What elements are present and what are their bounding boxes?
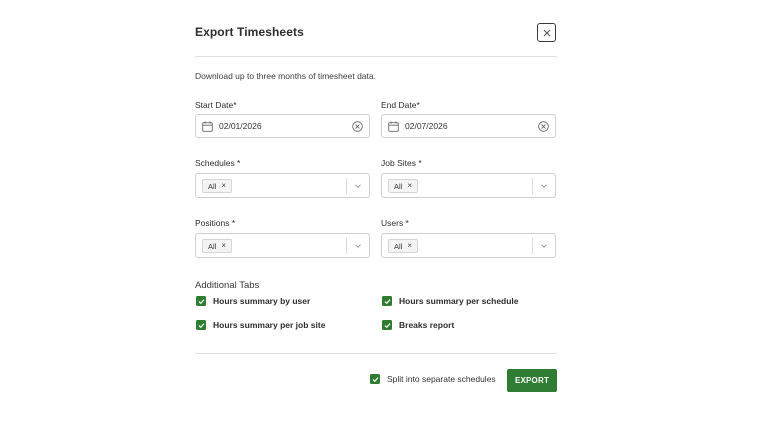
header-divider (195, 56, 557, 57)
checkmark-icon (372, 376, 378, 382)
end-date-input[interactable]: 02/07/2026 (381, 114, 556, 138)
clear-circle-icon[interactable] (352, 120, 363, 132)
schedules-select[interactable]: All × (195, 173, 370, 198)
positions-chip-all: All × (202, 239, 233, 253)
calendar-icon[interactable] (202, 121, 213, 132)
checkbox-label[interactable]: Split into separate schedules (387, 374, 496, 384)
chip-remove-icon[interactable]: × (221, 182, 226, 190)
close-button[interactable] (537, 23, 556, 42)
end-date-value[interactable]: 02/07/2026 (405, 121, 538, 131)
additional-tabs-heading: Additional Tabs (195, 280, 260, 291)
job-sites-chip-all: All × (388, 179, 419, 193)
select-separator (346, 238, 347, 254)
hours-summary-per-job-site-checkbox[interactable]: Hours summary per job site (196, 320, 325, 330)
start-date-value[interactable]: 02/01/2026 (219, 121, 352, 131)
users-select[interactable]: All × (381, 233, 556, 258)
chip-label: All (394, 181, 403, 191)
start-date-label: Start Date* (195, 100, 237, 110)
export-button[interactable]: EXPORT (507, 369, 557, 392)
checkbox-checked[interactable] (382, 296, 392, 306)
job-sites-label: Job Sites * (381, 158, 422, 168)
hours-summary-by-user-checkbox[interactable]: Hours summary by user (196, 296, 310, 306)
checkbox-checked[interactable] (196, 320, 206, 330)
modal-title: Export Timesheets (195, 25, 304, 39)
modal-description: Download up to three months of timesheet… (195, 71, 376, 81)
checkbox-label[interactable]: Hours summary per schedule (399, 296, 519, 306)
chip-label: All (208, 181, 217, 191)
select-separator (532, 178, 533, 194)
schedules-label: Schedules * (195, 158, 241, 168)
checkmark-icon (198, 322, 204, 328)
chip-remove-icon[interactable]: × (407, 182, 412, 190)
checkbox-checked[interactable] (370, 374, 380, 384)
checkmark-icon (198, 298, 204, 304)
split-schedules-checkbox[interactable]: Split into separate schedules (370, 374, 496, 384)
start-date-input[interactable]: 02/01/2026 (195, 114, 370, 138)
calendar-icon[interactable] (388, 121, 399, 132)
chevron-down-icon[interactable] (540, 182, 548, 190)
end-date-label: End Date* (381, 100, 420, 110)
checkmark-icon (384, 322, 390, 328)
chevron-down-icon[interactable] (354, 182, 362, 190)
checkbox-label[interactable]: Hours summary per job site (213, 320, 325, 330)
close-icon (543, 29, 550, 36)
checkbox-checked[interactable] (382, 320, 392, 330)
checkbox-label[interactable]: Breaks report (399, 320, 454, 330)
positions-label: Positions * (195, 218, 236, 228)
breaks-report-checkbox[interactable]: Breaks report (382, 320, 454, 330)
positions-select[interactable]: All × (195, 233, 370, 258)
chevron-down-icon[interactable] (540, 242, 548, 250)
chip-label: All (208, 241, 217, 251)
schedules-chip-all: All × (202, 179, 233, 193)
chip-remove-icon[interactable]: × (221, 242, 226, 250)
select-separator (346, 178, 347, 194)
chip-label: All (394, 241, 403, 251)
clear-circle-icon[interactable] (538, 120, 549, 132)
checkmark-icon (384, 298, 390, 304)
select-separator (532, 238, 533, 254)
checkbox-checked[interactable] (196, 296, 206, 306)
checkbox-label[interactable]: Hours summary by user (213, 296, 310, 306)
hours-summary-per-schedule-checkbox[interactable]: Hours summary per schedule (382, 296, 519, 306)
users-label: Users * (381, 218, 409, 228)
chevron-down-icon[interactable] (354, 242, 362, 250)
chip-remove-icon[interactable]: × (407, 242, 412, 250)
users-chip-all: All × (388, 239, 419, 253)
job-sites-select[interactable]: All × (381, 173, 556, 198)
footer-divider (195, 353, 557, 354)
export-timesheets-modal: Export Timesheets Download up to three m… (0, 0, 758, 430)
